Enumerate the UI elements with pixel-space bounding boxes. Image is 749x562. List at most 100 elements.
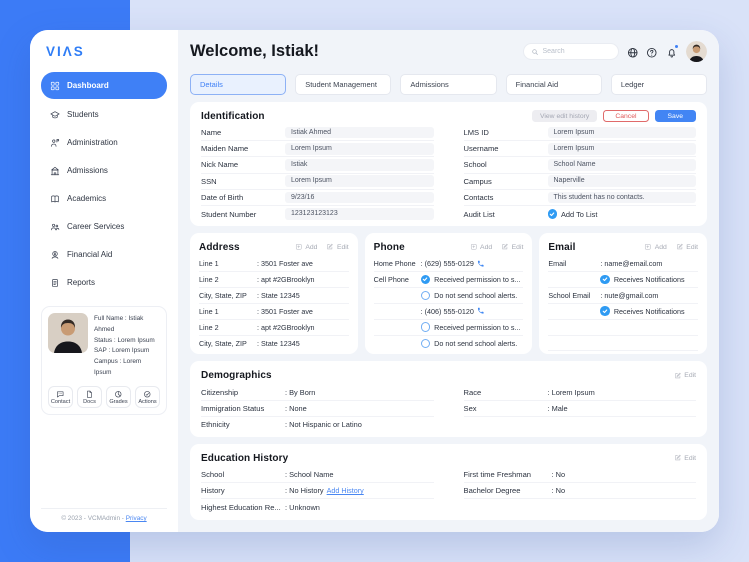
sidebar-item-administration[interactable]: Administration: [41, 130, 167, 155]
sidebar-item-academics[interactable]: Academics: [41, 186, 167, 211]
row-value: : 3501 Foster ave: [257, 307, 313, 316]
email-row: Receives Notifications: [548, 304, 698, 320]
sidebar-item-reports[interactable]: Reports: [41, 270, 167, 295]
globe-button[interactable]: [627, 46, 639, 58]
row-label: City, State, ZIP: [199, 339, 257, 348]
topbar: Welcome, Istiak!: [190, 38, 707, 65]
sidebar-item-dashboard[interactable]: Dashboard: [41, 72, 167, 99]
checkbox-label: Receives Notifications: [614, 275, 685, 284]
academics-book-icon: [50, 194, 60, 204]
receives-notifications-checkbox[interactable]: [600, 275, 610, 285]
sidebar-item-career-services[interactable]: Career Services: [41, 214, 167, 239]
demographics-edit-button[interactable]: Edit: [674, 372, 696, 380]
cancel-button[interactable]: Cancel: [603, 110, 648, 123]
page: VIΛS Dashboard Students Administration A…: [0, 0, 749, 562]
tab-bar: Details Student Management Admissions Fi…: [190, 74, 707, 95]
contact-button[interactable]: Contact: [48, 386, 73, 409]
phone-row: Do not send school alerts.: [374, 336, 524, 352]
address-edit-button[interactable]: Edit: [326, 243, 348, 251]
help-button[interactable]: [646, 46, 658, 58]
username-input[interactable]: Lorem Ipsum: [548, 143, 697, 155]
address-row: City, State, ZIP: State 12345: [199, 336, 349, 352]
nick-name-input[interactable]: Istiak: [285, 159, 434, 171]
row-value: : apt #2GBrooklyn: [257, 275, 315, 284]
row-value: : No History: [285, 486, 324, 495]
phone-row: Do not send school alerts.: [374, 288, 524, 304]
grades-button[interactable]: Grades: [106, 386, 131, 409]
actions-button[interactable]: Actions: [135, 386, 160, 409]
add-history-link[interactable]: Add History: [327, 486, 364, 495]
email-edit-button[interactable]: Edit: [676, 243, 698, 251]
search-input[interactable]: [543, 48, 611, 55]
campus-input[interactable]: Naperville: [548, 175, 697, 187]
row-value: : No: [552, 486, 566, 495]
sidebar-item-label: Admissions: [67, 166, 108, 175]
sidebar-item-label: Career Services: [67, 222, 124, 231]
docs-button[interactable]: Docs: [77, 386, 102, 409]
ssn-input[interactable]: Lorem Ipsum: [285, 175, 434, 187]
address-row: Line 2: apt #2GBrooklyn: [199, 272, 349, 288]
phone-edit-button[interactable]: Edit: [501, 243, 523, 251]
profile-sap: SAP : Lorem Ipsum: [94, 346, 160, 357]
education-history-section: Education History Edit School: School Na…: [190, 444, 707, 520]
maiden-name-input[interactable]: Lorem Ipsum: [285, 143, 434, 155]
career-services-icon: [50, 222, 60, 232]
demographics-row: Race: Lorem Ipsum: [464, 384, 697, 400]
field-label: Date of Birth: [201, 193, 285, 202]
field-label: LMS ID: [464, 128, 548, 137]
field-label: SSN: [201, 177, 285, 186]
tab-student-management[interactable]: Student Management: [295, 74, 391, 95]
cell-phone-value: : (406) 555-0120: [421, 307, 474, 316]
field-row: Audit List Add To List: [464, 206, 697, 222]
email-row-empty: [548, 336, 698, 352]
edit-label: Edit: [337, 244, 349, 251]
receives-notifications-checkbox[interactable]: [600, 306, 610, 316]
permission-checkbox-checked[interactable]: [421, 275, 431, 285]
tab-ledger[interactable]: Ledger: [611, 74, 707, 95]
search-icon: [531, 48, 539, 56]
student-photo: [48, 313, 88, 353]
notification-dot: [674, 44, 679, 49]
sidebar-item-admissions[interactable]: Admissions: [41, 158, 167, 183]
sidebar-item-label: Students: [67, 110, 99, 119]
school-email-value: : nute@gmail.com: [600, 291, 658, 300]
sidebar-item-students[interactable]: Students: [41, 102, 167, 127]
email-add-button[interactable]: Add: [644, 243, 667, 251]
phone-add-button[interactable]: Add: [470, 243, 493, 251]
view-edit-history-button[interactable]: View edit history: [532, 110, 597, 123]
sidebar-item-financial-aid[interactable]: Financial Aid: [41, 242, 167, 267]
row-label: Race: [464, 388, 548, 397]
audit-list-text: Add To List: [561, 210, 597, 219]
demographics-title: Demographics: [201, 370, 272, 381]
student-number-input[interactable]: 123123123123: [285, 208, 434, 220]
sidebar: VIΛS Dashboard Students Administration A…: [30, 30, 178, 532]
date-of-birth-input[interactable]: 9/23/16: [285, 192, 434, 204]
address-row: City, State, ZIP: State 12345: [199, 288, 349, 304]
row-label: Ethnicity: [201, 420, 285, 429]
no-alerts-checkbox[interactable]: [421, 291, 431, 301]
demographics-section: Demographics Edit Citizenship: By Born I…: [190, 361, 707, 437]
permission-checkbox[interactable]: [421, 322, 431, 332]
checkbox-label: Received permission to s...: [434, 275, 520, 284]
document-icon: [85, 390, 94, 399]
edit-pencil-icon: [674, 372, 682, 380]
education-edit-button[interactable]: Edit: [674, 454, 696, 462]
tab-details[interactable]: Details: [190, 74, 286, 95]
name-input[interactable]: Istiak Ahmed: [285, 127, 434, 139]
privacy-link[interactable]: Privacy: [126, 515, 147, 522]
sidebar-item-label: Dashboard: [67, 81, 109, 90]
tab-admissions[interactable]: Admissions: [400, 74, 496, 95]
audit-list-checkbox[interactable]: [548, 209, 558, 219]
no-alerts-checkbox[interactable]: [421, 339, 431, 349]
save-button[interactable]: Save: [655, 110, 697, 123]
school-input[interactable]: School Name: [548, 159, 697, 171]
row-label: Home Phone: [374, 259, 421, 268]
row-value: : apt #2GBrooklyn: [257, 323, 315, 332]
row-value: : School Name: [285, 470, 333, 479]
email-title: Email: [548, 242, 575, 253]
notifications-button[interactable]: [666, 46, 678, 58]
user-avatar[interactable]: [686, 41, 707, 62]
lms-id-input[interactable]: Lorem Ipsum: [548, 127, 697, 139]
address-add-button[interactable]: Add: [295, 243, 318, 251]
tab-financial-aid[interactable]: Financial Aid: [506, 74, 602, 95]
